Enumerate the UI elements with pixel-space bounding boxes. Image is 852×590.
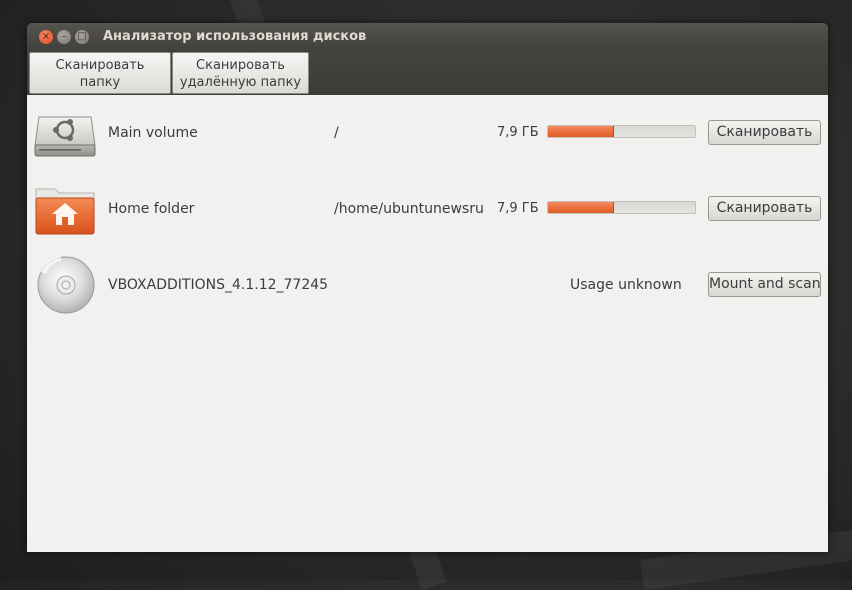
usage-status: Usage unknown [570,277,682,293]
scan-remote-label-line1: Сканировать [196,58,285,73]
device-row-vboxadditions: VBOXADDITIONS_4.1.12_77245 Usage unknown… [27,255,828,315]
maximize-window-button[interactable]: □ [75,30,89,44]
device-name: VBOXADDITIONS_4.1.12_77245 [108,277,329,293]
home-folder-icon [33,179,97,239]
hard-drive-icon [33,103,97,163]
scan-folder-label-line2: папку [79,75,121,90]
device-row-main-volume: Main volume / 7,9 ГБ Сканировать [27,103,828,163]
optical-disc-icon [33,255,97,315]
scan-main-volume-button[interactable]: Сканировать [708,120,821,145]
usage-bar-fill [548,126,615,137]
scan-remote-folder-button[interactable]: Сканировать удалённую папку [172,52,309,94]
device-name: Main volume [108,125,198,141]
device-row-home-folder: Home folder /home/ubuntunewsru 7,9 ГБ Ск… [27,179,828,239]
scan-home-folder-button[interactable]: Сканировать [708,196,821,221]
minimize-window-button[interactable]: – [57,30,71,44]
device-path: /home/ubuntunewsru [334,201,484,217]
device-list: Main volume / 7,9 ГБ Сканировать Home fo… [27,95,828,552]
window-title: Анализатор использования дисков [103,29,367,44]
scan-folder-label-line1: Сканировать [55,58,145,73]
device-size: 7,9 ГБ [497,201,539,216]
mount-and-scan-button[interactable]: Mount and scan [708,272,821,297]
usage-bar [547,201,696,214]
close-window-button[interactable]: × [39,30,53,44]
device-size: 7,9 ГБ [497,125,539,140]
scan-folder-button[interactable]: Сканировать папку [29,52,171,94]
usage-bar-fill [548,202,615,213]
scan-remote-label-line2: удалённую папку [179,75,302,90]
toolbar: Сканировать папку Сканировать удалённую … [27,52,828,95]
device-name: Home folder [108,201,195,217]
disk-usage-analyzer-window: × – □ Анализатор использования дисков Ск… [27,23,828,552]
title-bar: × – □ Анализатор использования дисков [27,23,828,52]
device-path: / [334,125,339,141]
usage-bar [547,125,696,138]
